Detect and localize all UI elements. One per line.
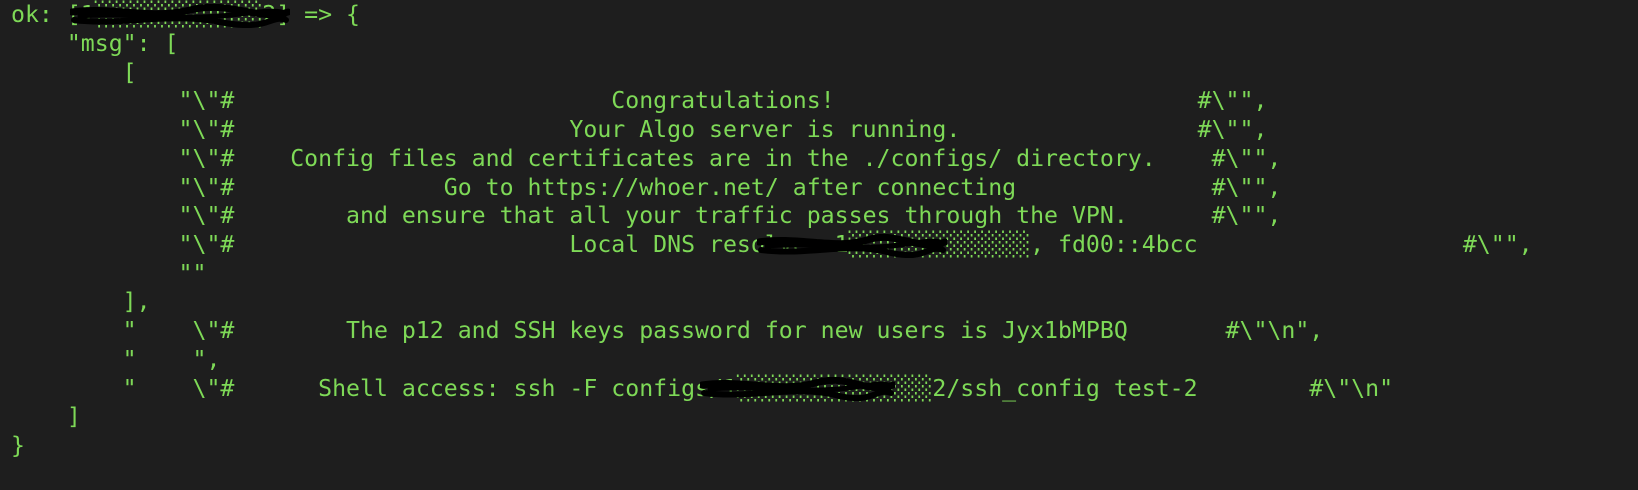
output-line-brace-close: } xyxy=(11,432,25,459)
output-line-ensure-vpn: "\"# and ensure that all your traffic pa… xyxy=(11,202,1282,229)
terminal-window[interactable]: ok: [1░░░░░░░░░░░░2] => { "msg": [ [ "\"… xyxy=(0,0,1638,490)
output-line-close-bracket: ], xyxy=(11,288,151,315)
output-line-congrats: "\"# Congratulations! #\"", xyxy=(11,87,1268,114)
output-line-dns-resolver: "\"# Local DNS resolver 1░░░░░░░░░░░░░, … xyxy=(11,231,1533,258)
output-line-empty-string: "" xyxy=(11,260,207,287)
output-line-blank-entry: " ", xyxy=(11,346,221,373)
output-line-config-files: "\"# Config files and certificates are i… xyxy=(11,145,1282,172)
output-line-msg-key: "msg": [ xyxy=(11,30,179,57)
output-line-shell-access: " \"# Shell access: ssh -F configs/1░░░░… xyxy=(11,375,1394,402)
output-line-open-bracket: [ xyxy=(11,59,137,86)
output-line-ok-host: ok: [1░░░░░░░░░░░░2] => { xyxy=(11,1,361,28)
output-line-whoer: "\"# Go to https://whoer.net/ after conn… xyxy=(11,174,1282,201)
output-line-msg-close: ] xyxy=(11,403,81,430)
output-line-server-running: "\"# Your Algo server is running. #\"", xyxy=(11,116,1268,143)
output-line-password: " \"# The p12 and SSH keys password for … xyxy=(11,317,1324,344)
